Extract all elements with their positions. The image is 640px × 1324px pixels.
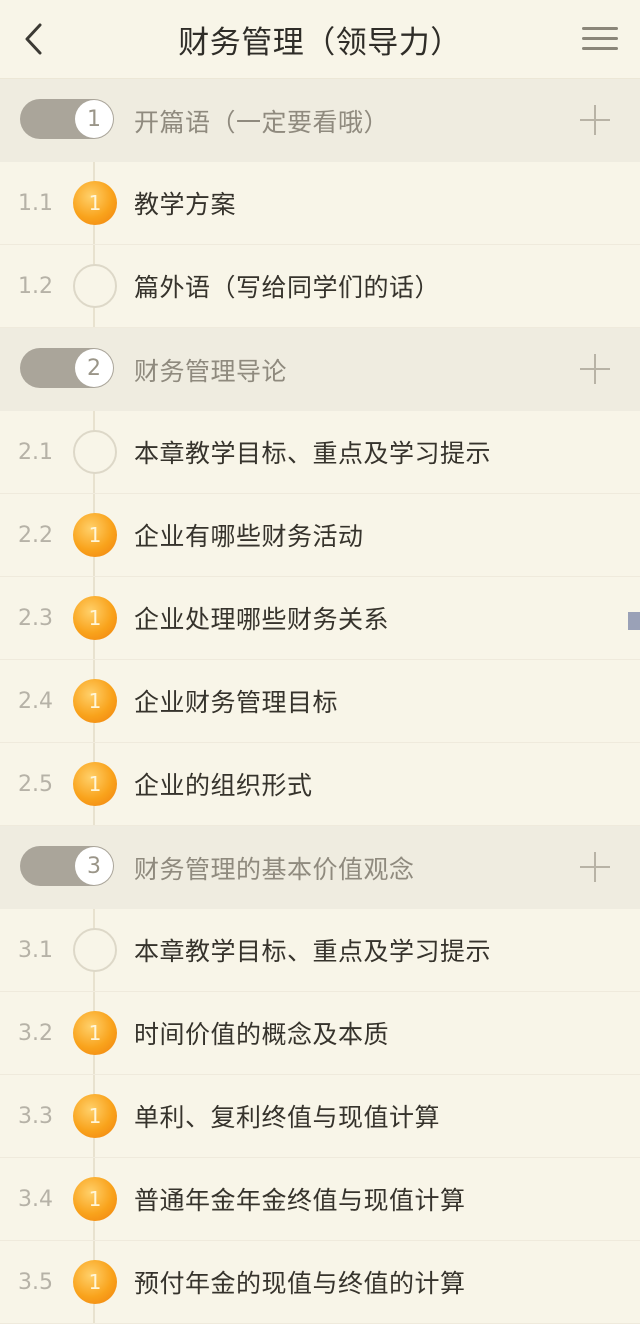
lesson-row[interactable]: 3.3 1 单利、复利终值与现值计算 xyxy=(0,1075,640,1158)
lesson-title: 企业财务管理目标 xyxy=(134,688,339,717)
lesson-status-icon: 1 xyxy=(73,679,117,723)
lesson-number: 3.2 xyxy=(18,1020,53,1046)
lesson-row[interactable]: 3.5 1 预付年金的现值与终值的计算 xyxy=(0,1241,640,1324)
back-button[interactable] xyxy=(14,17,54,61)
hamburger-menu-icon-line xyxy=(582,46,618,50)
lesson-title: 企业的组织形式 xyxy=(134,771,313,800)
chapter-number: 3 xyxy=(75,847,113,885)
chapter-number: 2 xyxy=(75,349,113,387)
lesson-status-icon: 1 xyxy=(73,513,117,557)
lesson-row[interactable]: 1.1 1 教学方案 xyxy=(0,162,640,245)
chevron-left-icon xyxy=(25,23,42,55)
chapter-title: 财务管理的基本价值观念 xyxy=(134,854,415,884)
chapter-row[interactable]: 1 开篇语（一定要看哦） xyxy=(0,79,640,162)
lesson-number: 2.5 xyxy=(18,771,53,797)
lesson-status-icon: 1 xyxy=(73,1177,117,1221)
lesson-row[interactable]: 2.5 1 企业的组织形式 xyxy=(0,743,640,826)
lesson-row[interactable]: 2.1 本章教学目标、重点及学习提示 xyxy=(0,411,640,494)
lesson-number: 1.1 xyxy=(18,190,53,216)
lesson-status-icon xyxy=(73,430,117,474)
scroll-indicator xyxy=(628,612,640,630)
chapter-number: 1 xyxy=(75,100,113,138)
lesson-title: 企业有哪些财务活动 xyxy=(134,522,364,551)
hamburger-menu-icon-line xyxy=(582,36,618,40)
lesson-status-icon: 1 xyxy=(73,1094,117,1138)
lesson-number: 2.4 xyxy=(18,688,53,714)
lesson-number: 3.1 xyxy=(18,937,53,963)
lesson-number: 2.3 xyxy=(18,605,53,631)
lesson-title: 单利、复利终值与现值计算 xyxy=(134,1103,441,1132)
page-title: 财务管理（领导力） xyxy=(178,24,462,61)
lesson-status-icon: 1 xyxy=(73,1260,117,1304)
lesson-number: 3.4 xyxy=(18,1186,53,1212)
plus-icon[interactable] xyxy=(578,103,612,137)
lesson-row[interactable]: 3.2 1 时间价值的概念及本质 xyxy=(0,992,640,1075)
lesson-title: 教学方案 xyxy=(134,190,237,219)
chapter-row[interactable]: 3 财务管理的基本价值观念 xyxy=(0,826,640,909)
lesson-row[interactable]: 3.4 1 普通年金年金终值与现值计算 xyxy=(0,1158,640,1241)
lesson-status-icon: 1 xyxy=(73,181,117,225)
lesson-row[interactable]: 2.2 1 企业有哪些财务活动 xyxy=(0,494,640,577)
lesson-title: 本章教学目标、重点及学习提示 xyxy=(134,439,492,468)
lesson-title: 预付年金的现值与终值的计算 xyxy=(134,1269,466,1298)
lesson-status-icon: 1 xyxy=(73,596,117,640)
lesson-number: 3.5 xyxy=(18,1269,53,1295)
chapter-row[interactable]: 2 财务管理导论 xyxy=(0,328,640,411)
lesson-number: 2.2 xyxy=(18,522,53,548)
plus-icon[interactable] xyxy=(578,352,612,386)
lesson-number: 3.3 xyxy=(18,1103,53,1129)
lesson-row[interactable]: 2.4 1 企业财务管理目标 xyxy=(0,660,640,743)
lesson-title: 篇外语（写给同学们的话） xyxy=(134,273,441,302)
lesson-status-icon xyxy=(73,928,117,972)
lesson-number: 1.2 xyxy=(18,273,53,299)
lesson-title: 时间价值的概念及本质 xyxy=(134,1020,390,1049)
lesson-status-icon xyxy=(73,264,117,308)
chapter-toggle[interactable]: 3 xyxy=(20,846,114,886)
chapter-title: 开篇语（一定要看哦） xyxy=(134,107,390,137)
plus-icon[interactable] xyxy=(578,850,612,884)
lesson-row[interactable]: 3.1 本章教学目标、重点及学习提示 xyxy=(0,909,640,992)
course-outline: 1 开篇语（一定要看哦） 1.1 1 教学方案 1.2 篇外语（写给同学们的话）… xyxy=(0,79,640,1324)
lesson-title: 普通年金年金终值与现值计算 xyxy=(134,1186,466,1215)
chapter-toggle[interactable]: 1 xyxy=(20,99,114,139)
lesson-row[interactable]: 1.2 篇外语（写给同学们的话） xyxy=(0,245,640,328)
lesson-status-icon: 1 xyxy=(73,762,117,806)
lesson-status-icon: 1 xyxy=(73,1011,117,1055)
chapter-title: 财务管理导论 xyxy=(134,356,288,386)
hamburger-menu-icon-line xyxy=(582,26,618,30)
lesson-title: 本章教学目标、重点及学习提示 xyxy=(134,937,492,966)
app-header: 财务管理（领导力） xyxy=(0,0,640,79)
lesson-row[interactable]: 2.3 1 企业处理哪些财务关系 xyxy=(0,577,640,660)
lesson-number: 2.1 xyxy=(18,439,53,465)
chapter-toggle[interactable]: 2 xyxy=(20,348,114,388)
lesson-title: 企业处理哪些财务关系 xyxy=(134,605,390,634)
menu-button[interactable] xyxy=(582,20,618,56)
